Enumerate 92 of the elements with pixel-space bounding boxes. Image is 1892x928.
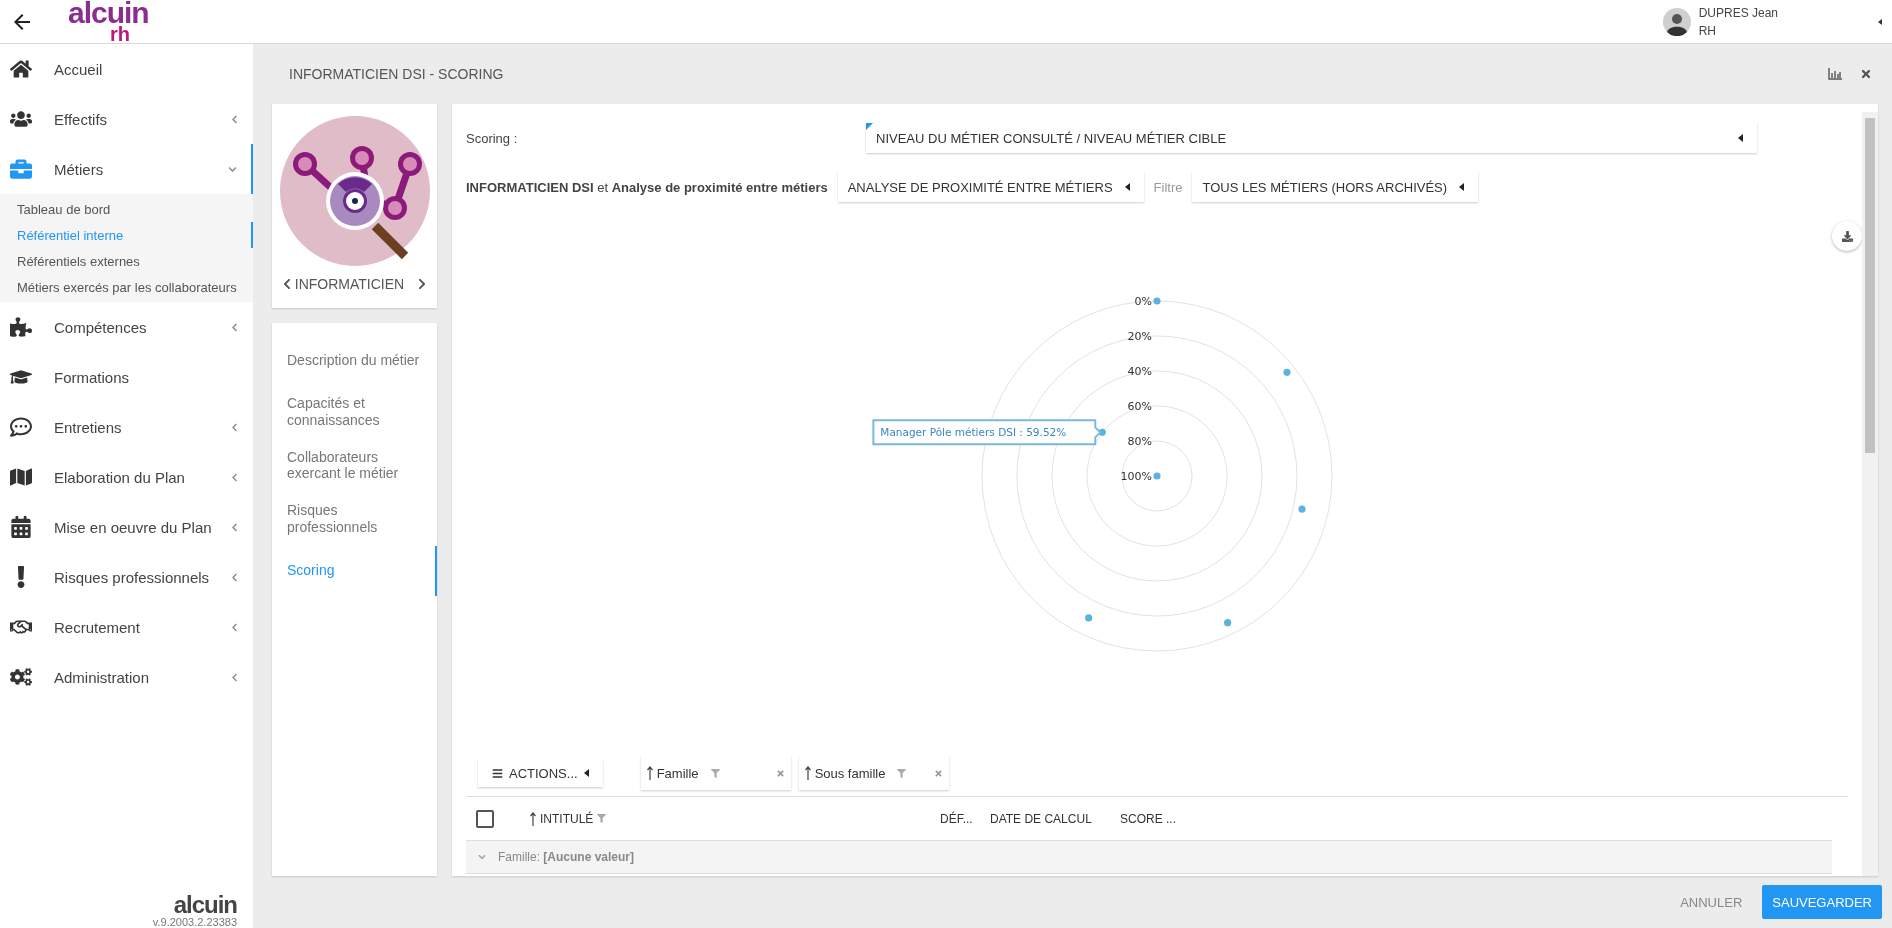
sidebar-item[interactable]: Elaboration du Plan bbox=[0, 452, 253, 502]
column-header[interactable]: DÉF... bbox=[940, 811, 973, 826]
section-tab[interactable]: Capacités et connaissances bbox=[272, 385, 437, 439]
tooltip: Manager Pôle métiers DSI : 59.52% bbox=[872, 419, 1102, 446]
group-chip[interactable]: Famille bbox=[640, 756, 791, 790]
group-chip[interactable]: Sous famille bbox=[798, 756, 949, 790]
download-icon bbox=[1841, 230, 1853, 242]
speech-bubble-icon bbox=[10, 416, 32, 438]
sidebar-item[interactable]: Entretiens bbox=[0, 402, 253, 452]
scoring-select[interactable]: NIVEAU DU MÉTIER CONSULTÉ / NIVEAU MÉTIER CIBLE bbox=[866, 123, 1757, 153]
select-all-checkbox[interactable] bbox=[476, 809, 494, 828]
job-name: INFORMATICIEN bbox=[294, 276, 405, 292]
section-tab[interactable]: Risques professionnels bbox=[272, 492, 437, 546]
scrollbar[interactable] bbox=[1862, 112, 1878, 876]
scoring-label: Scoring : bbox=[466, 130, 519, 146]
data-point[interactable] bbox=[1153, 297, 1161, 305]
map-icon bbox=[10, 466, 32, 488]
chevron-left-icon bbox=[230, 572, 239, 582]
chevron-left-icon bbox=[230, 472, 239, 482]
sidebar-item[interactable]: Risques professionnels bbox=[0, 552, 253, 602]
avatar[interactable] bbox=[1662, 7, 1691, 36]
caret-icon bbox=[583, 769, 589, 777]
sidebar-item[interactable]: Recrutement bbox=[0, 602, 253, 652]
filter-select[interactable]: TOUS LES MÉTIERS (HORS ARCHIVÉS) bbox=[1192, 172, 1479, 202]
filter-icon[interactable] bbox=[897, 768, 907, 778]
sidebar-item[interactable]: Mise en oeuvre du Plan bbox=[0, 502, 253, 552]
chevron-left-icon bbox=[230, 422, 239, 432]
chip-label: Sous famille bbox=[814, 765, 886, 781]
ring-label: 60% bbox=[1127, 400, 1152, 413]
chip-label: Famille bbox=[656, 765, 699, 781]
sidebar-item[interactable]: Accueil bbox=[0, 44, 253, 94]
data-point[interactable] bbox=[1283, 368, 1291, 376]
people-icon bbox=[10, 108, 32, 130]
data-point[interactable] bbox=[1224, 619, 1232, 627]
chevron-left-icon bbox=[230, 522, 239, 532]
ring-label: 80% bbox=[1127, 435, 1152, 448]
briefcase-icon bbox=[10, 158, 32, 180]
home-icon bbox=[10, 58, 32, 80]
data-point[interactable] bbox=[1298, 505, 1306, 513]
chevron-left-icon bbox=[230, 622, 239, 632]
sidebar-subitem[interactable]: Tableau de bord bbox=[0, 196, 253, 222]
puzzle-icon bbox=[10, 316, 32, 338]
sidebar-item[interactable]: Formations bbox=[0, 352, 253, 402]
filter-icon[interactable] bbox=[597, 814, 607, 823]
caret-icon bbox=[1738, 134, 1743, 142]
download-button[interactable] bbox=[1832, 221, 1862, 251]
ring-label: 20% bbox=[1127, 330, 1152, 343]
ring-label: 40% bbox=[1127, 365, 1152, 378]
caret-icon bbox=[1459, 183, 1465, 191]
filter-icon[interactable] bbox=[710, 768, 720, 778]
page-title: INFORMATICIEN DSI - SCORING bbox=[289, 66, 505, 82]
chevron-left-icon bbox=[230, 114, 239, 124]
data-point[interactable] bbox=[1085, 614, 1093, 622]
sidebar-item[interactable]: Compétences bbox=[0, 302, 253, 352]
corner-marker-icon bbox=[866, 123, 873, 130]
close-icon[interactable] bbox=[1860, 68, 1872, 80]
data-point[interactable] bbox=[1153, 472, 1161, 480]
user-name: DUPRES Jean bbox=[1698, 5, 1778, 20]
caret-icon bbox=[1124, 183, 1130, 191]
logo: alcuin rh bbox=[68, 0, 149, 43]
version-text: v.9.2003.2.23383 bbox=[152, 917, 237, 928]
remove-icon[interactable] bbox=[775, 768, 785, 778]
sort-arrow-icon[interactable] bbox=[530, 811, 536, 826]
sort-arrow-icon[interactable] bbox=[804, 766, 811, 780]
sidebar-subitem[interactable]: Référentiels externes bbox=[0, 248, 253, 274]
column-header[interactable]: SCORE ... bbox=[1120, 811, 1176, 826]
ring-label: 0% bbox=[1134, 295, 1152, 308]
column-header[interactable]: INTITULÉ bbox=[530, 811, 607, 826]
sort-arrow-icon[interactable] bbox=[646, 766, 653, 780]
remove-icon[interactable] bbox=[933, 768, 943, 778]
actions-button[interactable]: ACTIONS... bbox=[478, 759, 603, 787]
sidebar-subitem[interactable]: Métiers exercés par les collaborateurs bbox=[0, 274, 253, 300]
chevron-left-icon bbox=[230, 672, 239, 682]
sidebar-item[interactable]: Effectifs bbox=[0, 94, 253, 144]
filter-label: Filtre bbox=[1153, 179, 1183, 195]
user-role: RH bbox=[1698, 23, 1717, 38]
section-tab[interactable]: Description du métier bbox=[272, 335, 437, 385]
chevron-left-icon bbox=[230, 322, 239, 332]
ring-label: 100% bbox=[1120, 470, 1152, 483]
bar-chart-icon[interactable] bbox=[1828, 68, 1842, 80]
menu-icon bbox=[492, 767, 503, 779]
caret-icon[interactable] bbox=[1878, 18, 1882, 25]
calendar-icon bbox=[10, 516, 32, 538]
section-tab[interactable]: Collaborateurs exercant le métier bbox=[272, 438, 437, 493]
comparison-text: INFORMATICIEN DSI et Analyse de proximité entre métiers bbox=[466, 179, 828, 195]
chevron-down-icon bbox=[228, 164, 237, 174]
gears-icon bbox=[10, 666, 32, 688]
column-header[interactable]: DATE DE CALCUL bbox=[990, 811, 1092, 826]
group-label: Famille: [Aucune valeur] bbox=[498, 850, 635, 864]
footer-logo: alcuin bbox=[173, 893, 237, 917]
analysis-select[interactable]: ANALYSE DE PROXIMITÉ ENTRE MÉTIERS bbox=[837, 172, 1144, 202]
sidebar-item[interactable]: Administration bbox=[0, 652, 253, 702]
